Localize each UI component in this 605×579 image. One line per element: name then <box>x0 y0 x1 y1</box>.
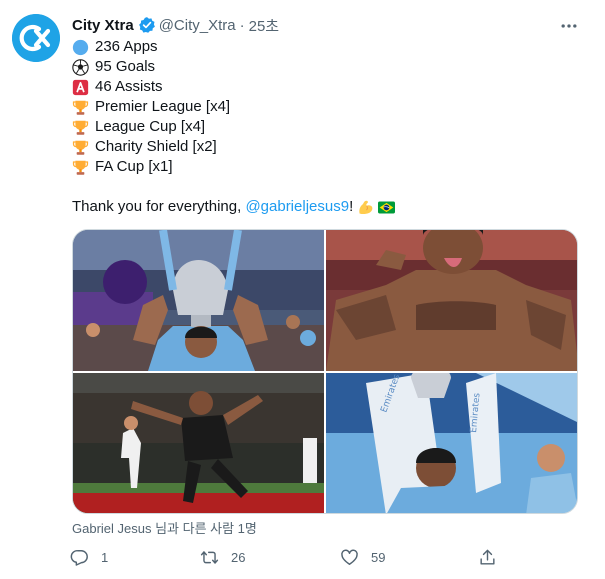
like-count: 59 <box>371 549 386 565</box>
avatar[interactable] <box>12 14 60 62</box>
photo-celebration[interactable] <box>326 230 577 371</box>
reply-icon <box>70 549 88 566</box>
media-tags[interactable]: Gabriel Jesus 님과 다른 사람 1명 <box>72 518 257 537</box>
stat-apps: 236 Apps <box>95 38 158 55</box>
stat-line: 236 Apps <box>72 37 582 57</box>
reply-count: 1 <box>101 549 109 565</box>
stat-charity-shield: Charity Shield [x2] <box>95 138 217 155</box>
mention-link[interactable]: @gabrieljesus9 <box>245 197 349 217</box>
author-name[interactable]: City Xtra <box>72 17 134 34</box>
thanks-line: Thank you for everything, @gabrieljesus9… <box>72 197 582 217</box>
stat-line: 46 Assists <box>72 77 582 97</box>
more-options-icon[interactable] <box>559 16 579 36</box>
blue-circle-icon <box>72 39 89 55</box>
photo-trophy-lift[interactable] <box>73 230 324 371</box>
thanks-suffix: ! <box>349 198 354 215</box>
soccer-ball-icon <box>72 58 89 76</box>
retweet-count: 26 <box>231 549 246 565</box>
running-image <box>73 373 324 513</box>
stat-premier-league: Premier League [x4] <box>95 98 231 115</box>
retweet-button[interactable]: 26 <box>200 545 245 569</box>
trophy-icon <box>72 140 89 155</box>
trophy-icon <box>72 160 89 175</box>
tweet[interactable]: City Xtra @City_Xtra · 25초 236 Apps 95 G… <box>0 0 605 579</box>
media-grid: Emirates Emirates <box>72 229 578 514</box>
stat-goals: 95 Goals <box>95 58 156 75</box>
separator-dot: · <box>239 16 245 34</box>
stat-line: Premier League [x4] <box>72 97 582 117</box>
photo-running[interactable] <box>73 373 324 513</box>
tweet-text: 236 Apps 95 Goals 46 Assists Premier Lea… <box>72 37 582 217</box>
heart-icon <box>341 549 358 565</box>
tweet-time[interactable]: 25초 <box>249 15 280 36</box>
like-button[interactable]: 59 <box>340 545 385 569</box>
stat-fa-cup: FA Cup [x1] <box>95 158 173 175</box>
stat-line: Charity Shield [x2] <box>72 137 582 157</box>
tweet-actions: 1 26 59 <box>68 545 508 569</box>
flexed-biceps-icon <box>359 200 373 214</box>
cup-celebration-image: Emirates Emirates <box>326 373 577 513</box>
stat-line: FA Cup [x1] <box>72 157 582 177</box>
stat-assists: 46 Assists <box>95 78 163 95</box>
thanks-prefix: Thank you for everything, <box>72 198 246 215</box>
trophy-icon <box>72 100 89 115</box>
author-handle[interactable]: @City_Xtra <box>159 17 236 34</box>
tweet-header: City Xtra @City_Xtra · 25초 <box>72 15 279 35</box>
reply-button[interactable]: 1 <box>70 545 108 569</box>
share-button[interactable] <box>478 545 509 569</box>
city-xtra-logo-icon <box>12 14 60 62</box>
trophy-lift-image <box>73 230 324 371</box>
stat-line: 95 Goals <box>72 57 582 77</box>
celebration-image <box>326 230 577 371</box>
stat-league-cup: League Cup [x4] <box>95 118 206 135</box>
share-icon <box>480 549 495 565</box>
brazil-flag-icon <box>378 201 396 213</box>
trophy-icon <box>72 120 89 135</box>
stat-line: League Cup [x4] <box>72 117 582 137</box>
verified-badge-icon <box>138 17 155 33</box>
retweet-icon <box>200 550 219 564</box>
a-button-icon <box>72 79 89 95</box>
photo-cup-celebration[interactable]: Emirates Emirates <box>326 373 577 513</box>
